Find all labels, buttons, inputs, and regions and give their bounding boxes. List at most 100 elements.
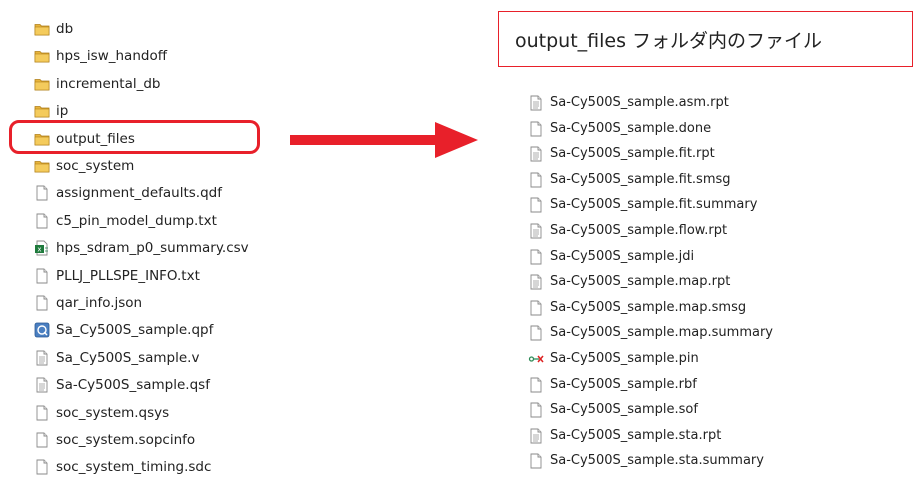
file-list-item[interactable]: Sa-Cy500S_sample.map.smsg <box>528 297 746 319</box>
folder-icon <box>34 48 50 64</box>
file-name: soc_system.sopcinfo <box>56 432 196 448</box>
file-icon <box>34 295 50 311</box>
file-name: soc_system <box>56 158 135 174</box>
file-list-item[interactable]: x hps_sdram_p0_summary.csv <box>34 237 249 259</box>
file-name: Sa-Cy500S_sample.map.summary <box>550 325 773 341</box>
file-name: db <box>56 21 74 37</box>
file-list-item[interactable]: Sa-Cy500S_sample.fit.summary <box>528 194 757 216</box>
file-name: Sa-Cy500S_sample.fit.rpt <box>550 146 715 162</box>
file-list-item[interactable]: Sa-Cy500S_sample.asm.rpt <box>528 92 729 114</box>
file-name: Sa-Cy500S_sample.map.rpt <box>550 274 731 290</box>
file-icon <box>528 249 544 265</box>
csv-icon: x <box>34 240 50 256</box>
text-file-icon <box>528 274 544 290</box>
file-name: hps_sdram_p0_summary.csv <box>56 240 249 257</box>
file-list-item[interactable]: Sa-Cy500S_sample.flow.rpt <box>528 220 727 242</box>
file-name: assignment_defaults.qdf <box>56 185 222 202</box>
file-name: Sa-Cy500S_sample.fit.summary <box>550 197 758 213</box>
file-list-item[interactable]: Sa-Cy500S_sample.rbf <box>528 374 697 396</box>
file-name: c5_pin_model_dump.txt <box>56 212 217 229</box>
file-list-item[interactable]: assignment_defaults.qdf <box>34 182 222 204</box>
file-name: soc_system.qsys <box>56 404 170 421</box>
file-icon <box>34 185 50 201</box>
file-name: PLLJ_PLLSPE_INFO.txt <box>56 267 200 284</box>
file-icon <box>34 213 50 229</box>
file-list-item[interactable]: Sa-Cy500S_sample.done <box>528 118 711 140</box>
file-icon <box>34 268 50 284</box>
caption-text: output_files フォルダ内のファイル <box>515 29 823 52</box>
file-name: ip <box>56 103 69 120</box>
file-list-item[interactable]: ip <box>34 100 68 122</box>
quartus-project-icon <box>34 322 50 338</box>
file-list-item[interactable]: Sa-Cy500S_sample.sof <box>528 399 698 421</box>
file-name: Sa-Cy500S_sample.qsf <box>56 377 210 394</box>
file-name: incremental_db <box>56 75 161 92</box>
file-name: hps_isw_handoff <box>56 48 167 65</box>
text-file-icon <box>528 223 544 239</box>
file-icon <box>528 300 544 316</box>
file-list-item[interactable]: Sa-Cy500S_sample.map.summary <box>528 322 773 344</box>
right-arrow-icon <box>290 122 478 158</box>
caption-box: output_files フォルダ内のファイル <box>498 11 913 67</box>
output-files-highlight <box>9 120 260 154</box>
file-icon <box>34 405 50 421</box>
file-list-item[interactable]: db <box>34 18 73 40</box>
text-file-icon <box>34 377 50 393</box>
file-icon <box>528 172 544 188</box>
file-name: Sa-Cy500S_sample.fit.smsg <box>550 171 731 187</box>
file-list-item[interactable]: Sa_Cy500S_sample.qpf <box>34 319 213 341</box>
file-name: Sa-Cy500S_sample.sta.rpt <box>550 427 722 443</box>
file-list-item[interactable]: Sa-Cy500S_sample.fit.rpt <box>528 143 715 165</box>
text-file-icon <box>528 95 544 111</box>
svg-text:x: x <box>37 246 41 254</box>
file-list-item[interactable]: c5_pin_model_dump.txt <box>34 210 217 232</box>
file-name: Sa-Cy500S_sample.done <box>550 120 712 136</box>
file-list-item[interactable]: Sa-Cy500S_sample.qsf <box>34 374 210 396</box>
text-file-icon <box>528 428 544 444</box>
folder-icon <box>34 158 50 174</box>
text-file-icon <box>34 350 50 366</box>
folder-icon <box>34 103 50 119</box>
file-name: Sa-Cy500S_sample.rbf <box>550 376 697 392</box>
file-list-item[interactable]: Sa-Cy500S_sample.sta.rpt <box>528 425 721 447</box>
file-list-item[interactable]: Sa_Cy500S_sample.v <box>34 347 199 369</box>
file-list-item[interactable]: soc_system.qsys <box>34 402 169 424</box>
file-list-item[interactable]: Sa-Cy500S_sample.jdi <box>528 246 694 268</box>
file-name: Sa-Cy500S_sample.pin <box>550 351 699 366</box>
file-icon <box>528 197 544 213</box>
file-name: Sa_Cy500S_sample.qpf <box>56 322 214 339</box>
file-icon <box>528 453 544 469</box>
file-icon <box>528 377 544 393</box>
file-name: Sa-Cy500S_sample.sof <box>550 402 698 418</box>
file-name: Sa-Cy500S_sample.jdi <box>550 248 695 264</box>
file-name: Sa_Cy500S_sample.v <box>56 349 200 366</box>
file-name: Sa-Cy500S_sample.flow.rpt <box>550 223 728 238</box>
file-list-item[interactable]: Sa-Cy500S_sample.map.rpt <box>528 271 730 293</box>
file-list-item[interactable]: soc_system.sopcinfo <box>34 429 195 451</box>
folder-listing-panel: db hps_isw_handoff incremental_db ip output_… <box>18 12 323 482</box>
file-icon <box>528 325 544 341</box>
file-list-item[interactable]: Sa-Cy500S_sample.fit.smsg <box>528 169 731 191</box>
file-list-item[interactable]: Sa-Cy500S_sample.pin <box>528 348 699 370</box>
file-list-item[interactable]: Sa-Cy500S_sample.sta.summary <box>528 450 764 472</box>
file-name: qar_info.json <box>56 295 143 311</box>
file-name: soc_system_timing.sdc <box>56 459 212 476</box>
file-name: Sa-Cy500S_sample.map.smsg <box>550 299 747 315</box>
output-files-listing-panel: Sa-Cy500S_sample.asm.rpt Sa-Cy500S_sample… <box>512 86 812 486</box>
file-list-item[interactable]: hps_isw_handoff <box>34 45 167 67</box>
text-file-icon <box>528 146 544 162</box>
pin-icon <box>528 351 544 367</box>
file-icon <box>34 432 50 448</box>
folder-icon <box>34 76 50 92</box>
file-list-item[interactable]: incremental_db <box>34 73 161 95</box>
file-name: Sa-Cy500S_sample.asm.rpt <box>550 95 729 110</box>
file-list-item[interactable]: soc_system_timing.sdc <box>34 456 211 478</box>
file-name: Sa-Cy500S_sample.sta.summary <box>550 453 764 469</box>
file-icon <box>34 459 50 475</box>
file-list-item[interactable]: PLLJ_PLLSPE_INFO.txt <box>34 265 200 287</box>
folder-icon <box>34 21 50 37</box>
file-list-item[interactable]: qar_info.json <box>34 292 142 314</box>
file-list-item[interactable]: soc_system <box>34 155 134 177</box>
file-icon <box>528 121 544 137</box>
file-icon <box>528 402 544 418</box>
